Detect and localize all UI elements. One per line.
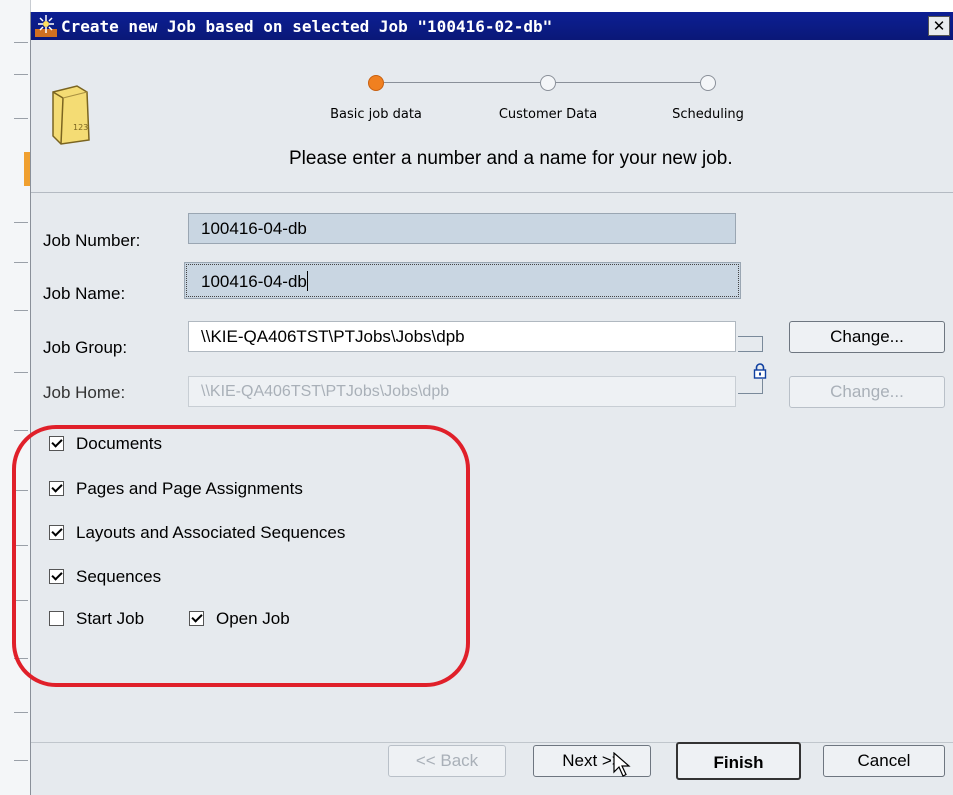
job-group-label: Job Group: (43, 338, 128, 357)
job-name-value: 100416-04-db (201, 272, 307, 291)
create-job-dialog: Create new Job based on selected Job "10… (12, 12, 953, 795)
link-bracket-top (738, 336, 763, 352)
wizard-step-1-label: Basic job data (330, 107, 422, 122)
strip-tick (14, 222, 28, 223)
finish-button[interactable]: Finish (676, 742, 801, 780)
mouse-pointer-icon (613, 752, 631, 777)
wizard-connector (556, 82, 700, 83)
strip-tick (14, 760, 28, 761)
dialog-title: Create new Job based on selected Job "10… (61, 17, 553, 36)
job-number-label: Job Number: (43, 231, 141, 250)
wizard-step-2-dot (540, 75, 556, 91)
strip-tick (14, 372, 28, 373)
link-bracket-bottom (738, 379, 763, 394)
wizard-step-3-label: Scheduling (672, 107, 744, 122)
job-name-label: Job Name: (43, 284, 126, 303)
wizard-step-3-dot (700, 75, 716, 91)
job-home-label: Job Home: (43, 383, 126, 402)
job-home-change-button[interactable]: Change... (789, 376, 945, 408)
strip-tick (14, 310, 28, 311)
sparkle-icon (35, 15, 57, 37)
job-group-change-button[interactable]: Change... (789, 321, 945, 353)
red-highlight-annotation (12, 425, 470, 687)
svg-text:123: 123 (73, 123, 88, 132)
wizard-step-1-dot (368, 75, 384, 91)
wizard-step-2-label: Customer Data (498, 107, 598, 122)
next-button[interactable]: Next >> (533, 745, 651, 777)
strip-tick (14, 118, 28, 119)
lock-icon[interactable] (753, 363, 767, 379)
wizard-subtitle: Please enter a number and a name for you… (289, 148, 733, 169)
wizard-header: 123 Basic job data Customer Data Schedul… (31, 40, 953, 193)
strip-tick (14, 42, 28, 43)
wizard-connector (384, 82, 540, 83)
job-name-input[interactable]: 100416-04-db (184, 262, 741, 299)
strip-tick (14, 712, 28, 713)
close-button[interactable]: ✕ (928, 16, 950, 36)
job-number-input[interactable]: 100416-04-db (188, 213, 736, 244)
strip-tick (14, 74, 28, 75)
job-home-input[interactable]: \\KIE-QA406TST\PTJobs\Jobs\dpb (188, 376, 736, 407)
dialog-titlebar[interactable]: Create new Job based on selected Job "10… (31, 12, 953, 40)
strip-tick (14, 262, 28, 263)
back-button[interactable]: << Back (388, 745, 506, 777)
cancel-button[interactable]: Cancel (823, 745, 945, 777)
strip-tick (14, 430, 28, 431)
job-folder-icon: 123 (52, 85, 90, 145)
text-caret (306, 271, 308, 291)
job-group-input[interactable]: \\KIE-QA406TST\PTJobs\Jobs\dpb (188, 321, 736, 352)
footer-separator (31, 742, 953, 743)
